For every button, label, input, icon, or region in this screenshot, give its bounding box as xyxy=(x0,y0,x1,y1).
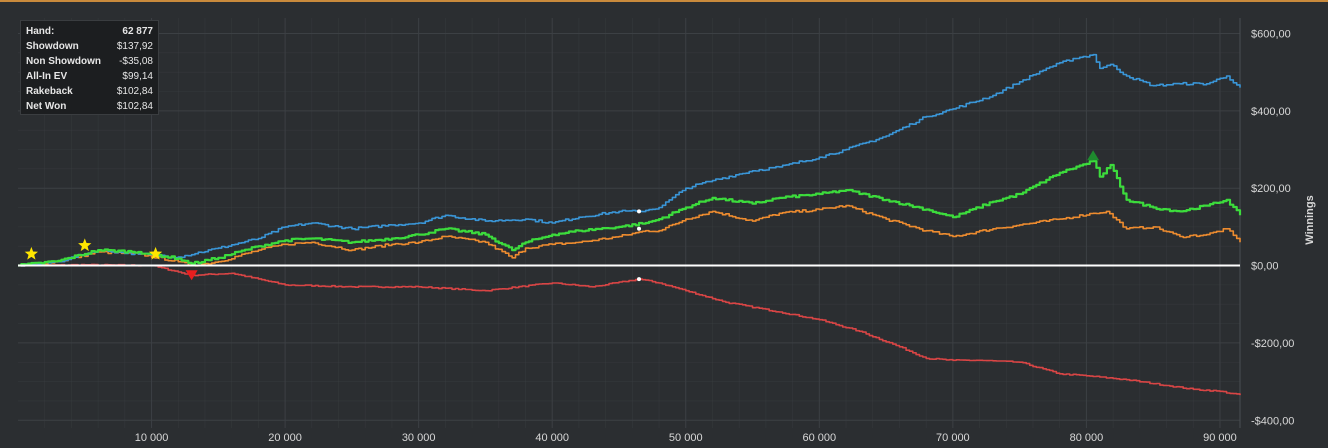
y-tick-label: $400,00 xyxy=(1251,106,1291,118)
series-lines xyxy=(18,53,1242,396)
top-accent-bar xyxy=(0,0,1328,2)
y-axis-label: Winnings xyxy=(1304,195,1316,244)
hover-dot xyxy=(637,209,642,214)
grid xyxy=(18,18,1241,428)
x-axis: 10 000 20 000 30 000 40 000 50 000 60 000 70 0… xyxy=(135,432,1237,444)
star-icon xyxy=(24,246,38,260)
x-tick-label: 70 000 xyxy=(936,432,970,444)
stats-label: Rakeback xyxy=(26,86,73,97)
stats-row: All-In EV $99,14 xyxy=(26,69,153,84)
stats-value: $102,84 xyxy=(116,86,153,97)
stats-label: All-In EV xyxy=(26,71,68,82)
stats-row: Hand: 62 877 xyxy=(26,24,153,39)
stats-label: Non Showdown xyxy=(26,56,101,67)
star-icon xyxy=(78,238,92,252)
hover-dot xyxy=(637,226,642,231)
x-tick-label: 90 000 xyxy=(1203,432,1237,444)
x-tick-label: 40 000 xyxy=(535,432,569,444)
x-tick-label: 10 000 xyxy=(135,432,169,444)
stats-row: Rakeback $102,84 xyxy=(26,84,153,99)
stats-value: $102,84 xyxy=(116,101,153,112)
y-tick-label: -$200,00 xyxy=(1251,338,1294,350)
stats-row: Net Won $102,84 xyxy=(26,99,153,114)
stats-label: Hand: xyxy=(26,26,55,37)
y-tick-label: $600,00 xyxy=(1251,28,1291,40)
x-tick-label: 80 000 xyxy=(1070,432,1104,444)
stats-label: Net Won xyxy=(26,101,67,112)
series-line-orange xyxy=(18,204,1241,267)
up-triangle-icon xyxy=(1087,150,1100,161)
stats-value: $137,92 xyxy=(116,41,153,52)
stats-value: $99,14 xyxy=(122,71,153,82)
y-tick-label: $0,00 xyxy=(1251,261,1279,273)
series-line-green xyxy=(18,160,1242,267)
stats-tooltip: Hand: 62 877 Showdown $137,92 Non Showdo… xyxy=(20,20,159,115)
y-axis: $600,00 $400,00 $200,00 $0,00 -$200,00 -$400,… xyxy=(1251,28,1294,427)
y-tick-label: -$400,00 xyxy=(1251,415,1294,427)
y-tick-label: $200,00 xyxy=(1251,183,1291,195)
x-tick-label: 20 000 xyxy=(268,432,302,444)
stats-label: Showdown xyxy=(26,41,79,52)
hover-dot xyxy=(637,277,642,282)
stats-row: Showdown $137,92 xyxy=(26,39,153,54)
winnings-chart: 10 000 20 000 30 000 40 000 50 000 60 000 70 0… xyxy=(18,18,1316,444)
x-tick-label: 60 000 xyxy=(802,432,836,444)
stats-row: Non Showdown -$35,08 xyxy=(26,54,153,69)
stats-value: 62 877 xyxy=(122,26,153,37)
x-tick-label: 30 000 xyxy=(402,432,436,444)
stats-value: -$35,08 xyxy=(119,56,153,67)
series-line-red xyxy=(18,263,1241,396)
x-tick-label: 50 000 xyxy=(669,432,703,444)
